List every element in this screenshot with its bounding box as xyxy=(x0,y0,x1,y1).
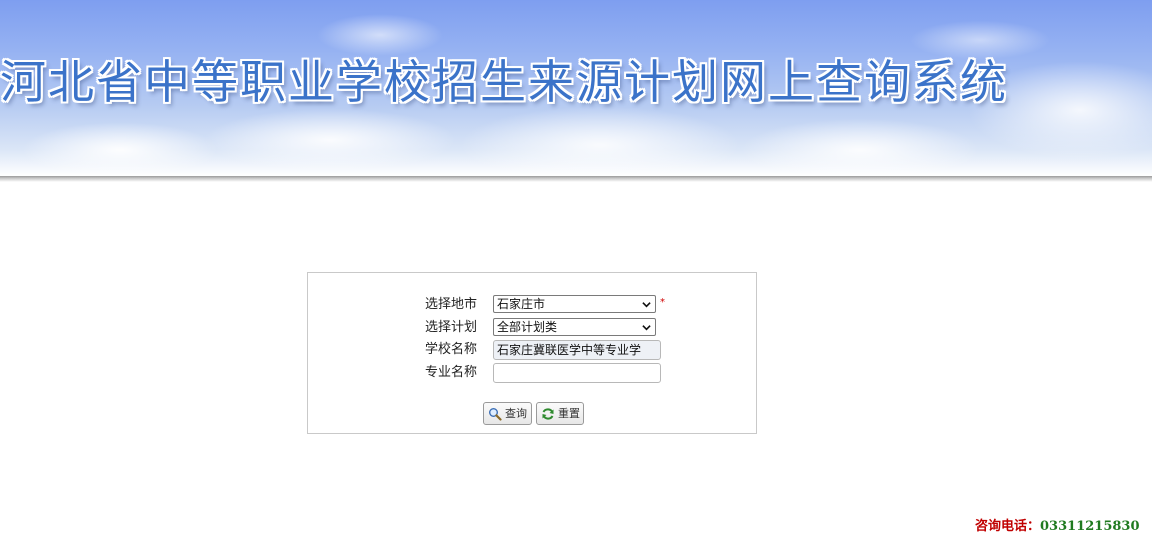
reset-button-label: 重置 xyxy=(558,407,580,420)
search-button-label: 查询 xyxy=(505,407,527,420)
school-row: 学校名称 石家庄冀联医学中等专业学 xyxy=(308,340,758,360)
chevron-down-icon xyxy=(642,325,651,331)
search-icon xyxy=(489,408,502,421)
contact-phone: 咨询电话：03311215830 xyxy=(975,518,1140,536)
search-form-panel: 选择地市 石家庄市 * 选择计划 全部计划类 学校名称 石家庄冀联医学中等专业学… xyxy=(307,272,757,434)
chevron-down-icon xyxy=(642,302,651,308)
plan-row: 选择计划 全部计划类 xyxy=(308,318,758,338)
contact-number: 03311215830 xyxy=(1040,519,1140,534)
required-marker: * xyxy=(660,297,665,308)
refresh-icon xyxy=(542,408,554,420)
school-name-input[interactable]: 石家庄冀联医学中等专业学 xyxy=(493,340,661,360)
major-row: 专业名称 xyxy=(308,363,758,383)
city-select-value: 石家庄市 xyxy=(497,297,546,311)
school-label: 学校名称 xyxy=(425,342,478,357)
header-banner: 河北省中等职业学校招生来源计划网上查询系统 xyxy=(0,0,1152,176)
major-label: 专业名称 xyxy=(425,365,478,380)
search-button[interactable]: 查询 xyxy=(483,402,532,425)
plan-select-value: 全部计划类 xyxy=(497,320,558,334)
contact-label: 咨询电话： xyxy=(975,519,1041,534)
reset-button[interactable]: 重置 xyxy=(536,402,584,425)
city-select[interactable]: 石家庄市 xyxy=(493,295,656,313)
plan-label: 选择计划 xyxy=(425,320,478,335)
site-title: 河北省中等职业学校招生来源计划网上查询系统 xyxy=(0,55,1008,109)
banner-shadow-divider xyxy=(0,176,1152,182)
major-name-input[interactable] xyxy=(493,363,661,383)
city-row: 选择地市 石家庄市 * xyxy=(308,295,758,315)
city-label: 选择地市 xyxy=(425,297,478,312)
plan-select[interactable]: 全部计划类 xyxy=(493,318,656,336)
